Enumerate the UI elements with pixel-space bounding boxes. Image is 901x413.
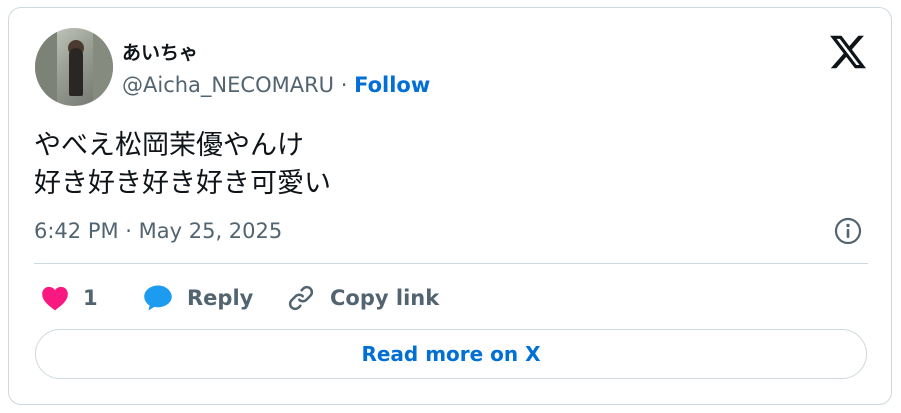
heart-icon xyxy=(42,286,68,311)
handle-row: @Aicha_NECOMARU · Follow xyxy=(122,73,430,97)
divider xyxy=(34,263,868,264)
post-timestamp[interactable]: 6:42 PM · May 25, 2025 xyxy=(34,219,282,243)
author-name[interactable]: あいちゃ xyxy=(122,38,198,65)
copy-link-button[interactable]: Copy link xyxy=(286,278,439,318)
link-icon xyxy=(288,285,314,311)
avatar[interactable] xyxy=(35,28,113,106)
like-button[interactable]: 1 xyxy=(41,278,98,318)
embedded-post-card: あいちゃ @Aicha_NECOMARU · Follow やべえ松岡茉優やんけ… xyxy=(8,7,892,405)
avatar-photo-wall-left xyxy=(35,28,57,106)
post-text-line-1: やべえ松岡茉優やんけ xyxy=(34,130,304,161)
avatar-photo-wall-right xyxy=(93,28,113,106)
post-text-line-2: 好き好き好き好き可愛い xyxy=(34,168,331,199)
info-icon[interactable] xyxy=(833,216,863,246)
copy-link-label: Copy link xyxy=(330,286,440,310)
post-text: やべえ松岡茉優やんけ 好き好き好き好き可愛い xyxy=(34,127,331,203)
read-more-label: Read more on X xyxy=(361,342,541,366)
author-handle[interactable]: @Aicha_NECOMARU xyxy=(122,73,334,97)
x-logo-icon[interactable] xyxy=(828,32,868,72)
like-count: 1 xyxy=(83,286,98,310)
reply-button[interactable]: Reply xyxy=(143,278,253,318)
read-more-button[interactable]: Read more on X xyxy=(35,329,867,379)
speech-bubble-icon xyxy=(144,285,172,311)
reply-label: Reply xyxy=(187,286,254,310)
follow-link[interactable]: Follow xyxy=(354,73,430,97)
avatar-photo-figure xyxy=(69,48,83,96)
handle-separator: · xyxy=(334,73,355,97)
